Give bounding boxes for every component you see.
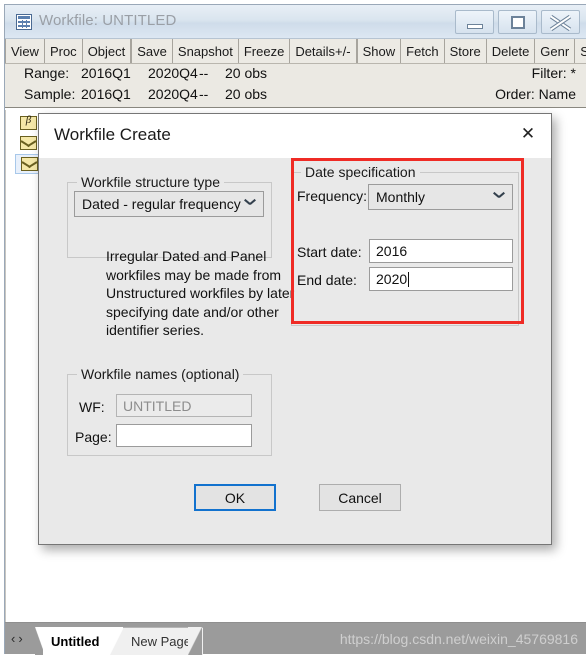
workfile-toolbar: View Proc Object Save Snapshot Freeze De…	[5, 39, 586, 64]
range-row: Range: 2016Q1 2020Q4 -- 20 obs Filter: *	[5, 64, 586, 86]
chevron-down-icon	[245, 201, 254, 210]
dialog-titlebar[interactable]: Workfile Create ✕	[39, 114, 551, 158]
page-name-input[interactable]	[116, 424, 252, 447]
tab-nav-arrows[interactable]: ‹›	[11, 631, 26, 646]
frequency-label: Frequency:	[297, 188, 368, 204]
range-dash: --	[199, 65, 209, 81]
workfile-grid-icon	[16, 14, 32, 30]
toolbar-button-save[interactable]: Save	[132, 39, 173, 63]
start-date-value: 2016	[376, 243, 408, 259]
range-start: 2016Q1	[81, 65, 131, 81]
end-date-value: 2020	[376, 271, 408, 287]
ok-button[interactable]: OK	[194, 484, 276, 511]
toolbar-button-snapshot[interactable]: Snapshot	[172, 39, 239, 63]
toolbar-button-store[interactable]: Store	[444, 39, 487, 63]
watermark-text: https://blog.csdn.net/weixin_45769816	[339, 631, 578, 647]
page-tab-untitled[interactable]: Untitled	[43, 627, 112, 655]
toolbar-button-freeze[interactable]: Freeze	[238, 39, 291, 63]
range-obs: 20 obs	[225, 65, 268, 81]
toolbar-button-show[interactable]: Show	[357, 39, 402, 63]
series-envelope-icon	[21, 157, 38, 171]
page-tab-strip: ‹› Untitled New Page https://blog.csdn.n…	[5, 622, 586, 655]
toolbar-button-view[interactable]: View	[5, 39, 45, 63]
sample-label: Sample:	[24, 86, 76, 102]
list-item[interactable]	[18, 134, 40, 152]
close-icon[interactable]	[541, 10, 580, 34]
sample-dash: --	[199, 86, 209, 102]
sample-start: 2016Q1	[81, 86, 131, 102]
tab-nav-next[interactable]: ›	[18, 631, 25, 646]
range-end: 2020Q4	[148, 65, 198, 81]
close-icon[interactable]: ✕	[505, 114, 551, 154]
sample-end: 2020Q4	[148, 86, 198, 102]
toolbar-button-fetch[interactable]: Fetch	[401, 39, 445, 63]
toolbar-button-delete[interactable]: Delete	[486, 39, 536, 63]
end-date-label: End date:	[297, 272, 357, 288]
workfile-create-dialog: Workfile Create ✕ Workfile structure typ…	[38, 113, 552, 545]
page-name-label: Page:	[75, 429, 112, 445]
sample-obs: 20 obs	[225, 86, 268, 102]
tab-divider	[188, 627, 202, 655]
list-item[interactable]	[18, 114, 40, 132]
toolbar-button-proc[interactable]: Proc	[44, 39, 83, 63]
structure-type-value: Dated - regular frequency	[82, 196, 241, 212]
cancel-button[interactable]: Cancel	[319, 484, 401, 511]
eviews-screen: Workfile: UNTITLED View Proc Object Save…	[0, 0, 586, 658]
tab-divider	[110, 627, 124, 655]
toolbar-button-sample[interactable]: Sample	[575, 39, 586, 63]
toolbar-button-genr[interactable]: Genr	[535, 39, 576, 63]
maximize-icon[interactable]	[498, 10, 537, 34]
end-date-input[interactable]: 2020	[369, 267, 513, 291]
coefficient-beta-icon	[20, 114, 37, 130]
workfile-info-panel: Range: 2016Q1 2020Q4 -- 20 obs Filter: *…	[5, 64, 586, 108]
wf-name-placeholder: UNTITLED	[123, 397, 192, 414]
chevron-down-icon	[494, 194, 503, 203]
structure-help-text: Irregular Dated and Panel workfiles may …	[106, 248, 295, 338]
structure-type-legend: Workfile structure type	[77, 174, 225, 190]
order-label: Order: Name	[495, 86, 576, 102]
frequency-select[interactable]: Monthly	[368, 184, 513, 210]
window-title: Workfile: UNTITLED	[39, 12, 177, 29]
text-caret	[408, 271, 410, 287]
series-envelope-icon	[20, 136, 37, 150]
structure-type-select[interactable]: Dated - regular frequency	[74, 191, 264, 217]
workfile-names-legend: Workfile names (optional)	[77, 366, 244, 382]
sample-row: Sample: 2016Q1 2020Q4 -- 20 obs Order: N…	[5, 85, 586, 107]
start-date-label: Start date:	[297, 244, 362, 260]
wf-name-input[interactable]: UNTITLED	[116, 394, 252, 417]
minimize-icon[interactable]	[455, 10, 494, 34]
dialog-title: Workfile Create	[54, 125, 171, 144]
toolbar-button-object[interactable]: Object	[82, 39, 132, 63]
caption-buttons	[455, 10, 580, 34]
range-label: Range:	[24, 65, 70, 81]
wf-name-label: WF:	[79, 399, 105, 415]
filter-label: Filter: *	[531, 65, 576, 81]
date-specification-legend: Date specification	[301, 164, 420, 180]
frequency-value: Monthly	[376, 189, 426, 205]
start-date-input[interactable]: 2016	[369, 239, 513, 263]
workfile-titlebar[interactable]: Workfile: UNTITLED	[5, 5, 586, 39]
toolbar-button-details[interactable]: Details+/-	[290, 39, 357, 63]
